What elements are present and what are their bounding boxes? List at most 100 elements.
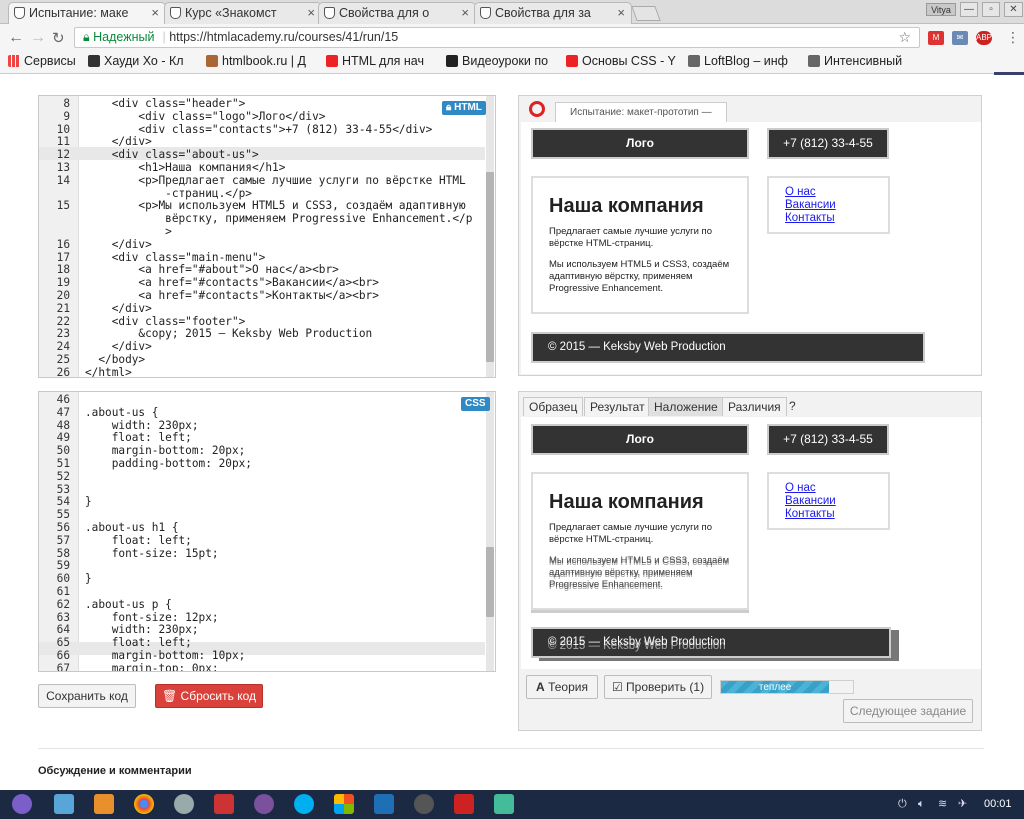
code-line: <a href="#contacts">Вакансии</a><br> <box>85 276 379 290</box>
menu-link-contacts[interactable]: Контакты <box>785 212 872 225</box>
taskbar: ⏻ 🔈︎ ≋ ✈ 00:01 <box>0 790 1024 819</box>
adblock-extension-icon[interactable]: ABP <box>976 31 992 45</box>
line-number: 53 <box>56 482 70 496</box>
mail-icon[interactable] <box>214 794 234 814</box>
bookmark-item[interactable]: htmlbook.ru | Д <box>206 54 318 68</box>
code-line: margin-bottom: 10px; <box>85 649 246 662</box>
page-content: 8 <div class="header"> 9 <div class="logo… <box>0 75 1024 790</box>
tab-1[interactable]: Испытание: маке × <box>8 2 166 25</box>
save-code-button[interactable]: Сохранить код <box>38 684 136 708</box>
tab-3[interactable]: Свойства для о × <box>318 2 476 24</box>
scrollbar-thumb[interactable] <box>486 172 494 362</box>
close-icon[interactable]: × <box>461 5 469 20</box>
menu-link-contacts[interactable]: Контакты <box>785 508 872 521</box>
profile-badge[interactable]: Vitya <box>926 3 956 16</box>
code-line: </html> <box>85 365 132 378</box>
close-icon[interactable]: × <box>307 5 315 20</box>
start-icon[interactable] <box>12 794 32 814</box>
files-icon[interactable] <box>54 794 74 814</box>
tab-overlay[interactable]: Наложение <box>648 397 724 416</box>
app-icon[interactable] <box>454 794 474 814</box>
code-line: </div> <box>85 237 152 251</box>
app-icon[interactable] <box>374 794 394 814</box>
gmail-extension-icon[interactable]: M <box>928 31 944 45</box>
menu-link-vacancies[interactable]: Вакансии <box>785 495 872 508</box>
next-task-button[interactable]: Следующее задание <box>843 699 973 723</box>
tab-sample[interactable]: Образец <box>523 397 584 416</box>
app-icon[interactable] <box>494 794 514 814</box>
css-badge: CSS <box>461 397 490 411</box>
close-icon[interactable]: × <box>617 5 625 20</box>
maximize-button[interactable]: ▫ <box>982 2 1000 17</box>
main-menu-block: О нас Вакансии Контакты <box>767 176 890 234</box>
bookmark-item[interactable]: Хауди Хо - Кл <box>88 54 198 68</box>
code-line: <h1>Наша компания</h1> <box>85 161 286 174</box>
code-line: <div class="main-menu"> <box>85 250 266 264</box>
about-paragraph-2: Мы используем HTML5 и CSS3, создаём адап… <box>549 259 730 294</box>
scrollbar-thumb[interactable] <box>486 547 494 617</box>
bookmark-item[interactable]: LoftBlog – инф <box>688 54 798 68</box>
code-line: margin-bottom: 20px; <box>85 444 246 458</box>
close-icon[interactable]: × <box>151 5 159 20</box>
html-editor[interactable]: 8 <div class="header"> 9 <div class="logo… <box>38 95 496 378</box>
mail-extension-icon[interactable]: ✉ <box>952 31 968 45</box>
url-field[interactable]: 🔒︎ Надежный | https://htmlacademy.ru/cour… <box>74 27 920 48</box>
tab-4[interactable]: Свойства для за × <box>474 2 632 24</box>
app-icon[interactable] <box>414 794 434 814</box>
skype-icon[interactable] <box>294 794 314 814</box>
chrome-icon[interactable] <box>134 794 154 814</box>
tab-diff[interactable]: Различия <box>722 397 787 416</box>
code-line: margin-top: 0px; <box>85 661 219 672</box>
about-us-block: Наша компания Предлагает самые лучшие ус… <box>531 176 749 314</box>
line-number: 66 <box>56 649 70 662</box>
new-tab-button[interactable] <box>631 6 661 21</box>
menu-icon[interactable]: ⋮ <box>1006 29 1020 46</box>
menu-link-vacancies[interactable]: Вакансии <box>785 199 872 212</box>
bookmark-item[interactable]: HTML для нач <box>326 54 438 68</box>
bookmark-apps[interactable]: Сервисы <box>8 54 78 68</box>
menu-link-about[interactable]: О нас <box>785 186 872 199</box>
scrollbar[interactable] <box>486 392 494 671</box>
store-icon[interactable] <box>94 794 114 814</box>
viber-icon[interactable] <box>254 794 274 814</box>
about-paragraph-1: Предлагает самые лучшие услуги по вёрстк… <box>549 226 712 249</box>
tab-label: Курс «Знакомст <box>185 6 277 20</box>
code-line: } <box>85 572 92 586</box>
html-badge: 🔒︎ HTML <box>442 101 486 115</box>
contacts-block: +7 (812) 33-4-55 <box>767 424 889 455</box>
line-number: 58 <box>56 546 70 560</box>
wifi-icon[interactable]: ≋ <box>938 798 950 810</box>
reload-icon[interactable]: ↻ <box>52 29 65 47</box>
theory-button[interactable]: A Теория <box>526 675 598 699</box>
forward-icon[interactable]: → <box>30 29 46 47</box>
reset-code-button[interactable]: 🗑︎ Сбросить код <box>155 684 263 708</box>
tab-2[interactable]: Курс «Знакомст × <box>164 2 322 24</box>
page-icon <box>14 7 25 19</box>
css-editor[interactable]: 46 47 .about-us {48 width: 230px; 49 float:… <box>38 391 496 672</box>
address-bar: ← → ↻ 🔒︎ Надежный | https://htmlacademy.r… <box>0 24 1024 51</box>
check-button[interactable]: ☑ Проверить (1) <box>604 675 712 699</box>
power-icon[interactable]: ⏻ <box>898 798 910 810</box>
menu-link-about[interactable]: О нас <box>785 482 872 495</box>
notifications-icon[interactable]: ✈ <box>958 798 970 810</box>
page-icon <box>170 7 181 19</box>
minimize-button[interactable]: — <box>960 2 978 17</box>
code-line: > <box>85 225 172 238</box>
close-window-button[interactable]: ✕ <box>1004 2 1023 17</box>
tab-result[interactable]: Результат <box>584 397 651 416</box>
line-number: 48 <box>56 418 70 432</box>
volume-icon[interactable]: 🔈︎ <box>918 798 930 810</box>
line-number: 55 <box>56 508 70 522</box>
line-number: 22 <box>56 314 70 328</box>
code-line: </div> <box>85 135 152 149</box>
bookmark-item[interactable]: Видеоуроки по <box>446 54 556 68</box>
theory-icon: A <box>536 680 545 694</box>
line-number: 9 <box>63 109 70 123</box>
settings-icon[interactable] <box>174 794 194 814</box>
bookmark-item[interactable]: Интенсивный <box>808 54 918 68</box>
back-icon[interactable]: ← <box>8 29 24 47</box>
windows-icon[interactable] <box>334 794 354 814</box>
help-button[interactable]: ? <box>784 397 801 416</box>
bookmark-item[interactable]: Основы CSS - Y <box>566 54 678 68</box>
star-icon[interactable]: ☆ <box>898 28 911 47</box>
